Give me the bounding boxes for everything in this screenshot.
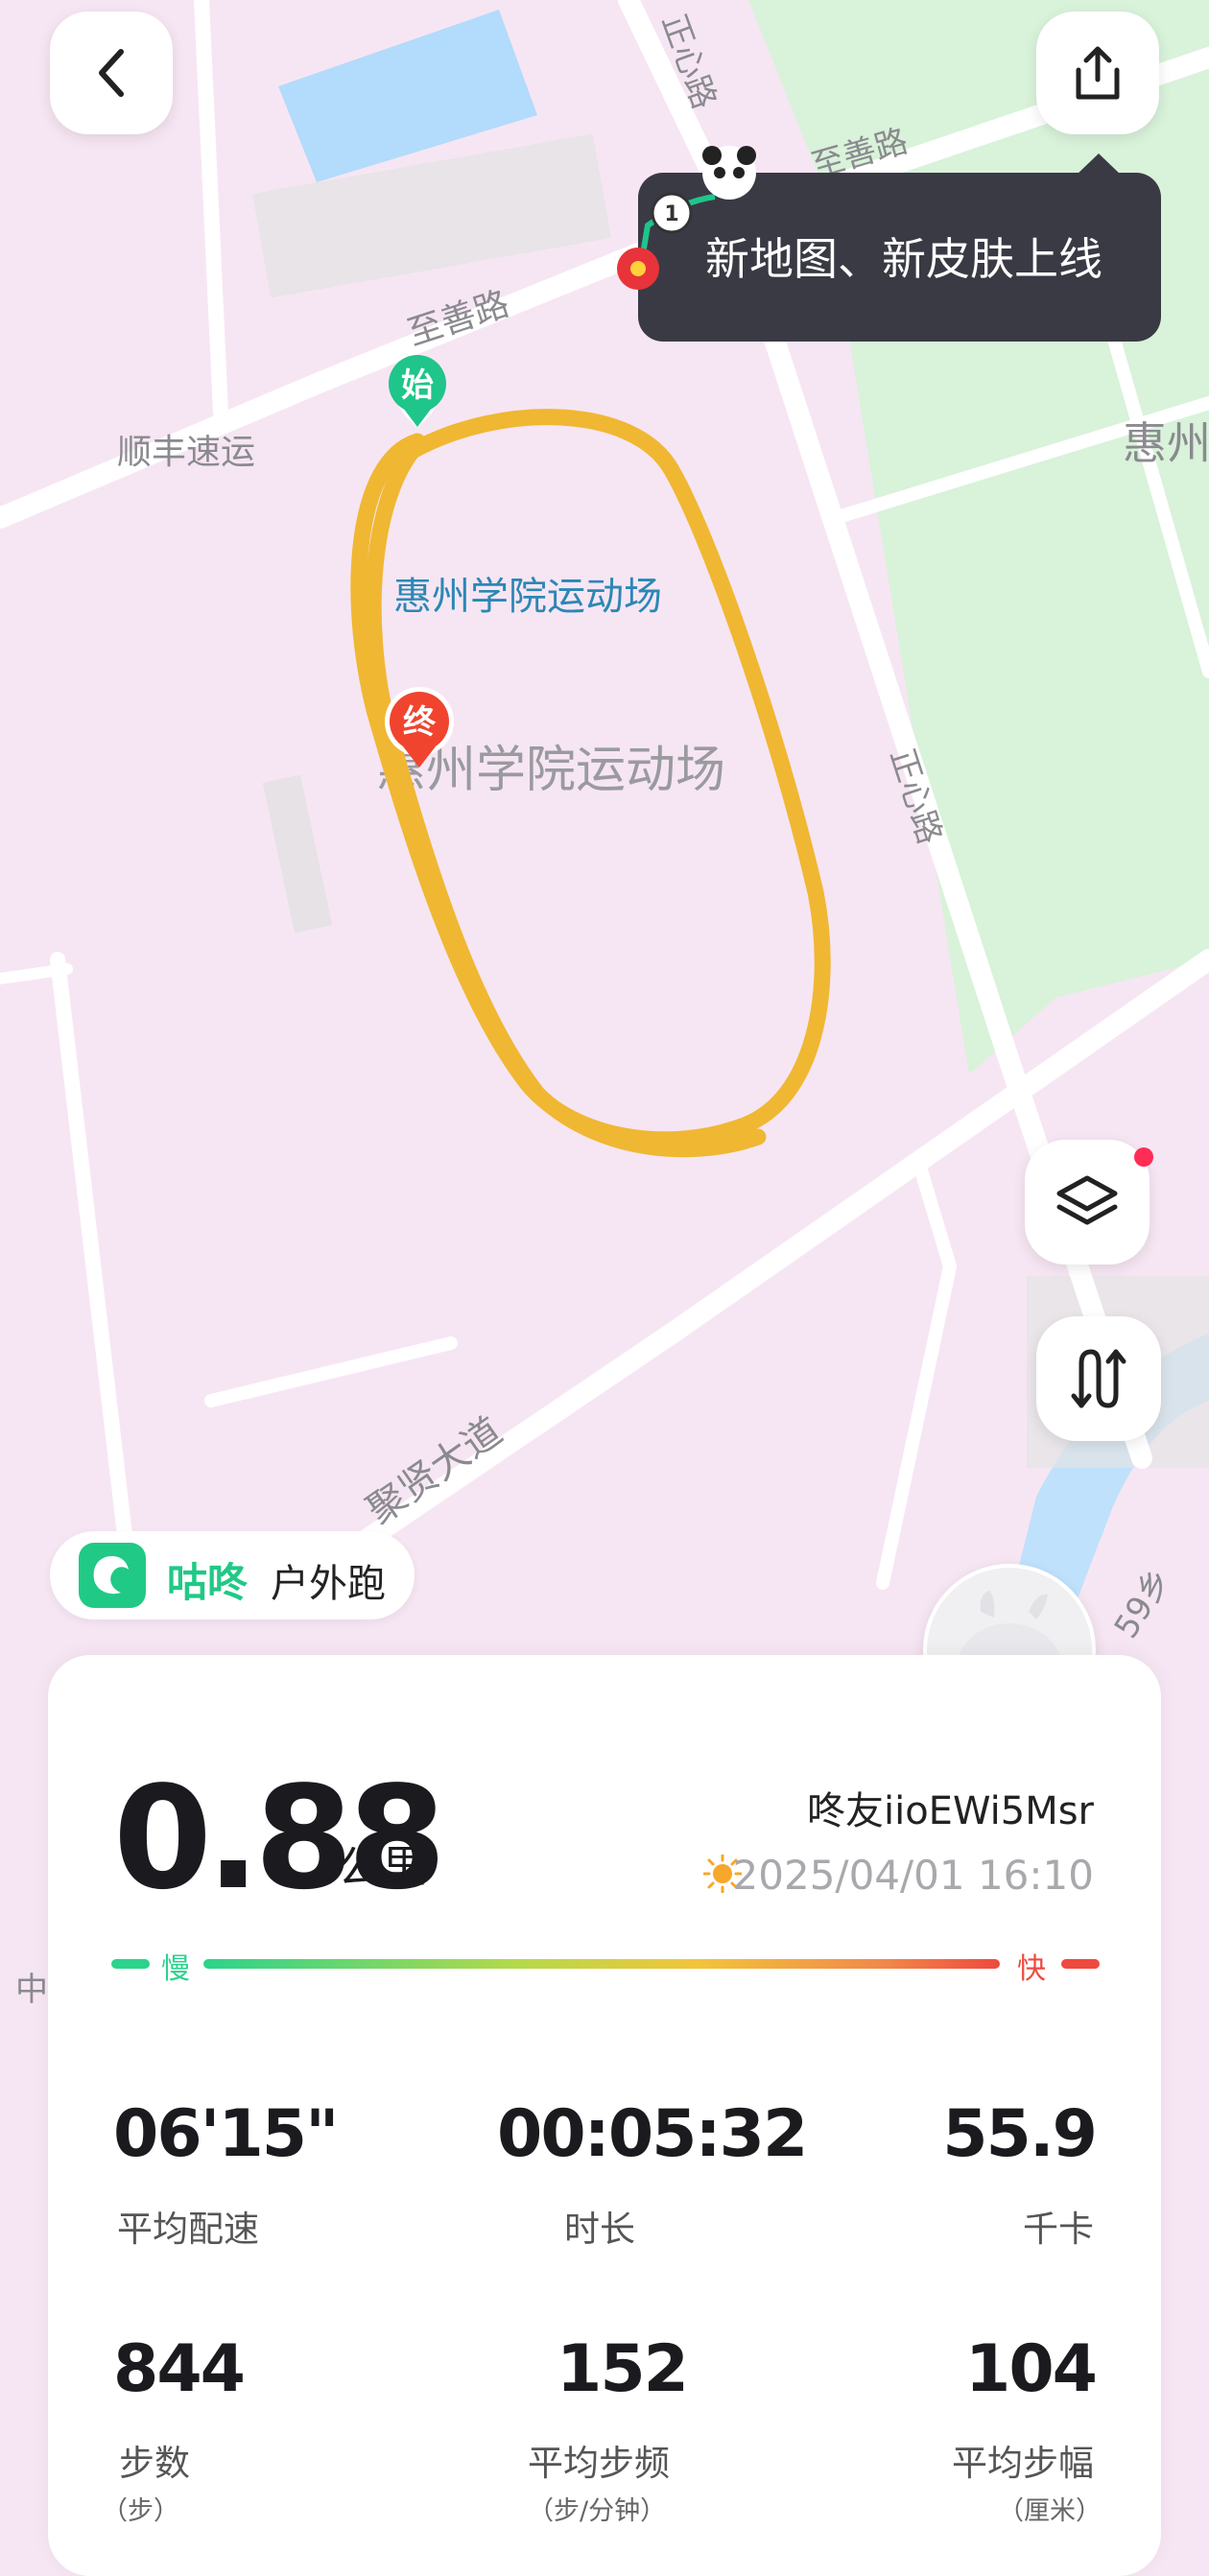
speed-fast-segment <box>1061 1959 1100 1969</box>
route-toggle-button[interactable] <box>1036 1316 1161 1441</box>
duration-value: 00:05:32 <box>497 2096 808 2172</box>
layers-icon <box>1056 1175 1118 1225</box>
poi-label-shunfeng: 顺丰速运 <box>117 433 255 472</box>
poi-label-huizhou: 惠州 <box>1123 417 1209 469</box>
poi-label-left-edge: 中 <box>15 1971 48 2009</box>
activity-datetime: 2025/04/01 16:10 <box>732 1852 1094 1899</box>
cadence-value: 152 <box>557 2331 689 2407</box>
speed-fast-label: 快 <box>1017 1952 1046 1986</box>
calories-label: 千卡 <box>1023 2209 1094 2250</box>
panda-route-icon: 1 <box>617 146 756 290</box>
steps-value: 844 <box>113 2331 246 2407</box>
speed-slow-segment <box>111 1959 150 1969</box>
speed-slow-label: 慢 <box>161 1952 190 1986</box>
duration-label: 时长 <box>564 2209 635 2250</box>
summary-card: 0.88 公里 咚友iioEWi5Msr 2025/04/01 16:10 慢 … <box>48 1655 1161 2576</box>
chevron-left-icon <box>99 49 124 97</box>
notification-dot <box>1134 1147 1153 1167</box>
codoon-logo-icon <box>79 1543 146 1608</box>
route-toggle-icon <box>1071 1349 1126 1408</box>
brand-name: 咕咚 <box>167 1559 249 1606</box>
avg-pace-label: 平均配速 <box>117 2209 259 2250</box>
stride-value: 104 <box>965 2331 1098 2407</box>
stride-unit: （厘米） <box>998 2496 1102 2526</box>
back-button[interactable] <box>50 12 173 134</box>
cadence-unit: （步/分钟） <box>528 2496 667 2526</box>
speed-legend: 慢 快 <box>111 1949 1100 1986</box>
layers-button[interactable] <box>1025 1140 1153 1264</box>
steps-label: 步数 <box>119 2443 190 2484</box>
end-marker-label: 终 <box>403 703 437 742</box>
svg-text:1: 1 <box>664 202 678 226</box>
share-button[interactable] <box>1036 12 1159 134</box>
avg-pace-value: 06'15" <box>113 2096 340 2172</box>
cadence-label: 平均步频 <box>528 2443 670 2484</box>
calories-value: 55.9 <box>942 2096 1098 2172</box>
steps-unit: （步） <box>102 2496 179 2526</box>
username: 咚友iioEWi5Msr <box>806 1789 1094 1833</box>
activity-type: 户外跑 <box>271 1562 386 1606</box>
start-marker-label: 始 <box>401 366 434 405</box>
poi-label-stadium: 惠州学院运动场 <box>393 575 662 619</box>
stride-label: 平均步幅 <box>952 2443 1094 2484</box>
brand-pill: 咕咚 户外跑 <box>50 1531 415 1619</box>
distance-unit: 公里 <box>338 1841 426 1893</box>
share-icon <box>1076 46 1120 100</box>
speed-gradient-bar <box>203 1959 1000 1969</box>
